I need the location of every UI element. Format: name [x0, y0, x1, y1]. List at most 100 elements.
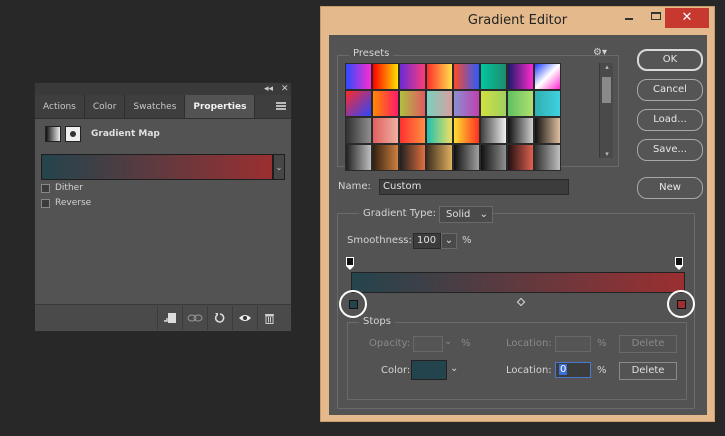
opacity-delete-button[interactable]: Delete — [619, 335, 677, 353]
opacity-location-percent: % — [597, 338, 607, 349]
gradient-bar[interactable] — [351, 272, 685, 293]
panel-menu-icon[interactable] — [276, 102, 286, 110]
layer-mask-icon[interactable] — [65, 126, 81, 142]
preset-swatch[interactable] — [372, 144, 399, 171]
opacity-stop-right[interactable] — [675, 257, 685, 271]
opacity-stop-left[interactable] — [346, 257, 356, 271]
clip-to-layer-icon[interactable] — [157, 306, 181, 330]
preset-swatch[interactable] — [534, 90, 561, 117]
gradient-type-dropdown[interactable]: Solid ⌄ — [439, 206, 493, 223]
gradient-type-label: Gradient Type: — [359, 208, 441, 219]
reset-icon[interactable] — [207, 306, 231, 330]
opacity-input[interactable] — [413, 336, 443, 352]
load-button[interactable]: Load... — [637, 109, 703, 131]
close-window-button[interactable]: ✕ — [665, 8, 709, 28]
color-location-value: 0 — [559, 364, 568, 375]
smoothness-input[interactable]: 100 — [413, 233, 441, 249]
preset-swatch[interactable] — [453, 63, 480, 90]
presets-scrollbar[interactable]: ▴ ▾ — [599, 63, 613, 158]
color-location-percent: % — [597, 365, 607, 376]
preset-swatch[interactable] — [426, 63, 453, 90]
preset-swatch[interactable] — [507, 63, 534, 90]
preset-swatch[interactable] — [345, 90, 372, 117]
tab-swatches[interactable]: Swatches — [125, 95, 186, 118]
preset-swatch[interactable] — [480, 63, 507, 90]
preset-swatch[interactable] — [507, 117, 534, 144]
smoothness-percent: % — [462, 235, 472, 246]
view-previous-icon[interactable] — [182, 306, 206, 330]
adjustment-header: Gradient Map — [35, 119, 291, 149]
properties-panel: ◂◂ ✕ Actions Color Swatches Properties G… — [34, 82, 292, 332]
gradient-dropdown-arrow[interactable]: ⌄ — [273, 154, 285, 180]
preset-swatch[interactable] — [534, 117, 561, 144]
name-input[interactable]: Custom — [379, 179, 569, 195]
preset-swatch[interactable] — [426, 144, 453, 171]
stops-group — [347, 322, 687, 400]
gradient-map-icon[interactable] — [45, 126, 61, 142]
trash-icon[interactable] — [257, 306, 281, 330]
preset-swatch[interactable] — [372, 90, 399, 117]
preset-swatch[interactable] — [345, 63, 372, 90]
color-delete-button[interactable]: Delete — [619, 362, 677, 380]
preset-swatch[interactable] — [507, 144, 534, 171]
color-swatch[interactable] — [411, 360, 447, 380]
scroll-down-icon[interactable]: ▾ — [600, 150, 614, 158]
smoothness-dropdown[interactable]: ⌄ — [441, 233, 457, 249]
new-button[interactable]: New — [637, 177, 703, 199]
panel-top-strip: ◂◂ ✕ — [35, 83, 291, 95]
preset-swatch[interactable] — [480, 117, 507, 144]
scroll-up-icon[interactable]: ▴ — [600, 63, 614, 71]
reverse-checkbox-box[interactable] — [41, 198, 50, 208]
dither-label: Dither — [55, 183, 83, 193]
opacity-dropdown-icon[interactable]: ⌄ — [444, 336, 452, 347]
reverse-checkbox[interactable]: Reverse — [41, 198, 91, 208]
opacity-location-input[interactable] — [555, 336, 591, 352]
preset-swatch[interactable] — [507, 90, 534, 117]
close-panel-icon[interactable]: ✕ — [281, 83, 289, 95]
scroll-thumb[interactable] — [602, 77, 611, 103]
preset-swatch[interactable] — [399, 63, 426, 90]
dialog-client-area: Presets ⚙▾ ▴ ▾ OK Cancel Load... Save...… — [329, 35, 707, 415]
preset-swatch[interactable] — [480, 144, 507, 171]
panel-bottom-bar — [35, 304, 291, 331]
dialog-titlebar[interactable]: Gradient Editor ✕ — [321, 7, 714, 35]
save-button[interactable]: Save... — [637, 139, 703, 161]
chevron-down-icon: ⌄ — [444, 235, 454, 246]
preset-swatch[interactable] — [453, 144, 480, 171]
visibility-eye-icon[interactable] — [232, 306, 256, 330]
collapse-panel-icon[interactable]: ◂◂ — [264, 83, 273, 95]
preset-swatch[interactable] — [372, 117, 399, 144]
preset-swatch[interactable] — [372, 63, 399, 90]
color-label: Color: — [381, 365, 411, 376]
stops-label: Stops — [359, 316, 395, 327]
preset-swatch[interactable] — [534, 144, 561, 171]
preset-swatch[interactable] — [426, 117, 453, 144]
dither-checkbox[interactable]: Dither — [41, 183, 83, 193]
maximize-icon[interactable] — [651, 12, 661, 20]
preset-swatch[interactable] — [426, 90, 453, 117]
preset-swatch[interactable] — [534, 63, 561, 90]
minimize-icon[interactable] — [625, 18, 633, 20]
smoothness-label: Smoothness: — [347, 235, 412, 246]
preset-swatch[interactable] — [345, 117, 372, 144]
preset-swatch[interactable] — [399, 90, 426, 117]
preset-swatch[interactable] — [399, 117, 426, 144]
preset-swatch[interactable] — [453, 117, 480, 144]
preset-swatch[interactable] — [453, 90, 480, 117]
tab-properties[interactable]: Properties — [185, 95, 256, 118]
presets-gear-icon[interactable]: ⚙▾ — [593, 47, 607, 58]
tab-color[interactable]: Color — [85, 95, 126, 118]
color-dropdown-icon[interactable]: ⌄ — [450, 363, 458, 374]
gradient-preview-bar[interactable] — [41, 154, 273, 180]
ok-button[interactable]: OK — [637, 49, 703, 71]
name-label: Name: — [338, 181, 371, 192]
color-stop-right[interactable] — [667, 290, 695, 318]
color-stop-left[interactable] — [339, 290, 367, 318]
preset-swatch[interactable] — [345, 144, 372, 171]
preset-swatch[interactable] — [399, 144, 426, 171]
tab-actions[interactable]: Actions — [35, 95, 85, 118]
preset-swatch[interactable] — [480, 90, 507, 117]
dither-checkbox-box[interactable] — [41, 183, 50, 193]
cancel-button[interactable]: Cancel — [637, 79, 703, 101]
color-location-input[interactable]: 0 — [555, 362, 591, 378]
